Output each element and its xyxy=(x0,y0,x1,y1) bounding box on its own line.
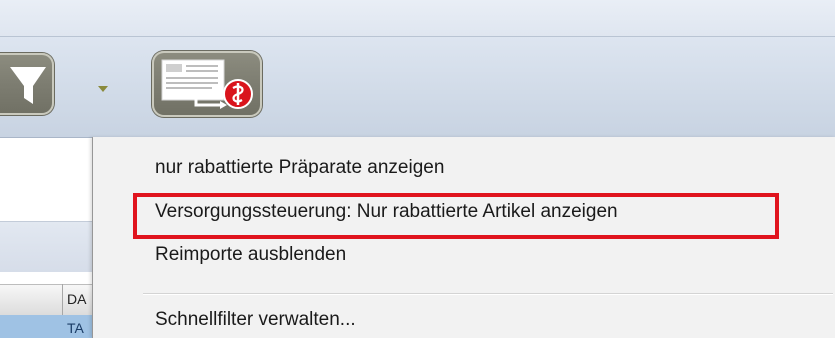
menu-item-discounted-preparations[interactable]: nur rabattierte Präparate anzeigen xyxy=(155,157,444,179)
filter-button[interactable] xyxy=(0,53,54,115)
chevron-down-icon[interactable] xyxy=(98,86,108,92)
column-header-label: DA xyxy=(67,291,87,307)
document-pharmacy-icon xyxy=(161,59,253,109)
title-strip xyxy=(0,0,835,37)
menu-separator xyxy=(143,293,833,295)
toolbar xyxy=(0,37,835,138)
funnel-icon xyxy=(10,67,46,104)
left-panel-band xyxy=(0,221,92,272)
table-cell: TA xyxy=(67,320,84,336)
menu-item-hide-reimports[interactable]: Reimporte ausblenden xyxy=(155,244,346,266)
filter-dropdown-menu: nur rabattierte Präparate anzeigen Verso… xyxy=(92,137,835,338)
menu-item-manage-quickfilters[interactable]: Schnellfilter verwalten... xyxy=(155,309,356,331)
document-pharmacy-button[interactable] xyxy=(152,51,262,117)
highlight-annotation-box xyxy=(133,193,779,239)
